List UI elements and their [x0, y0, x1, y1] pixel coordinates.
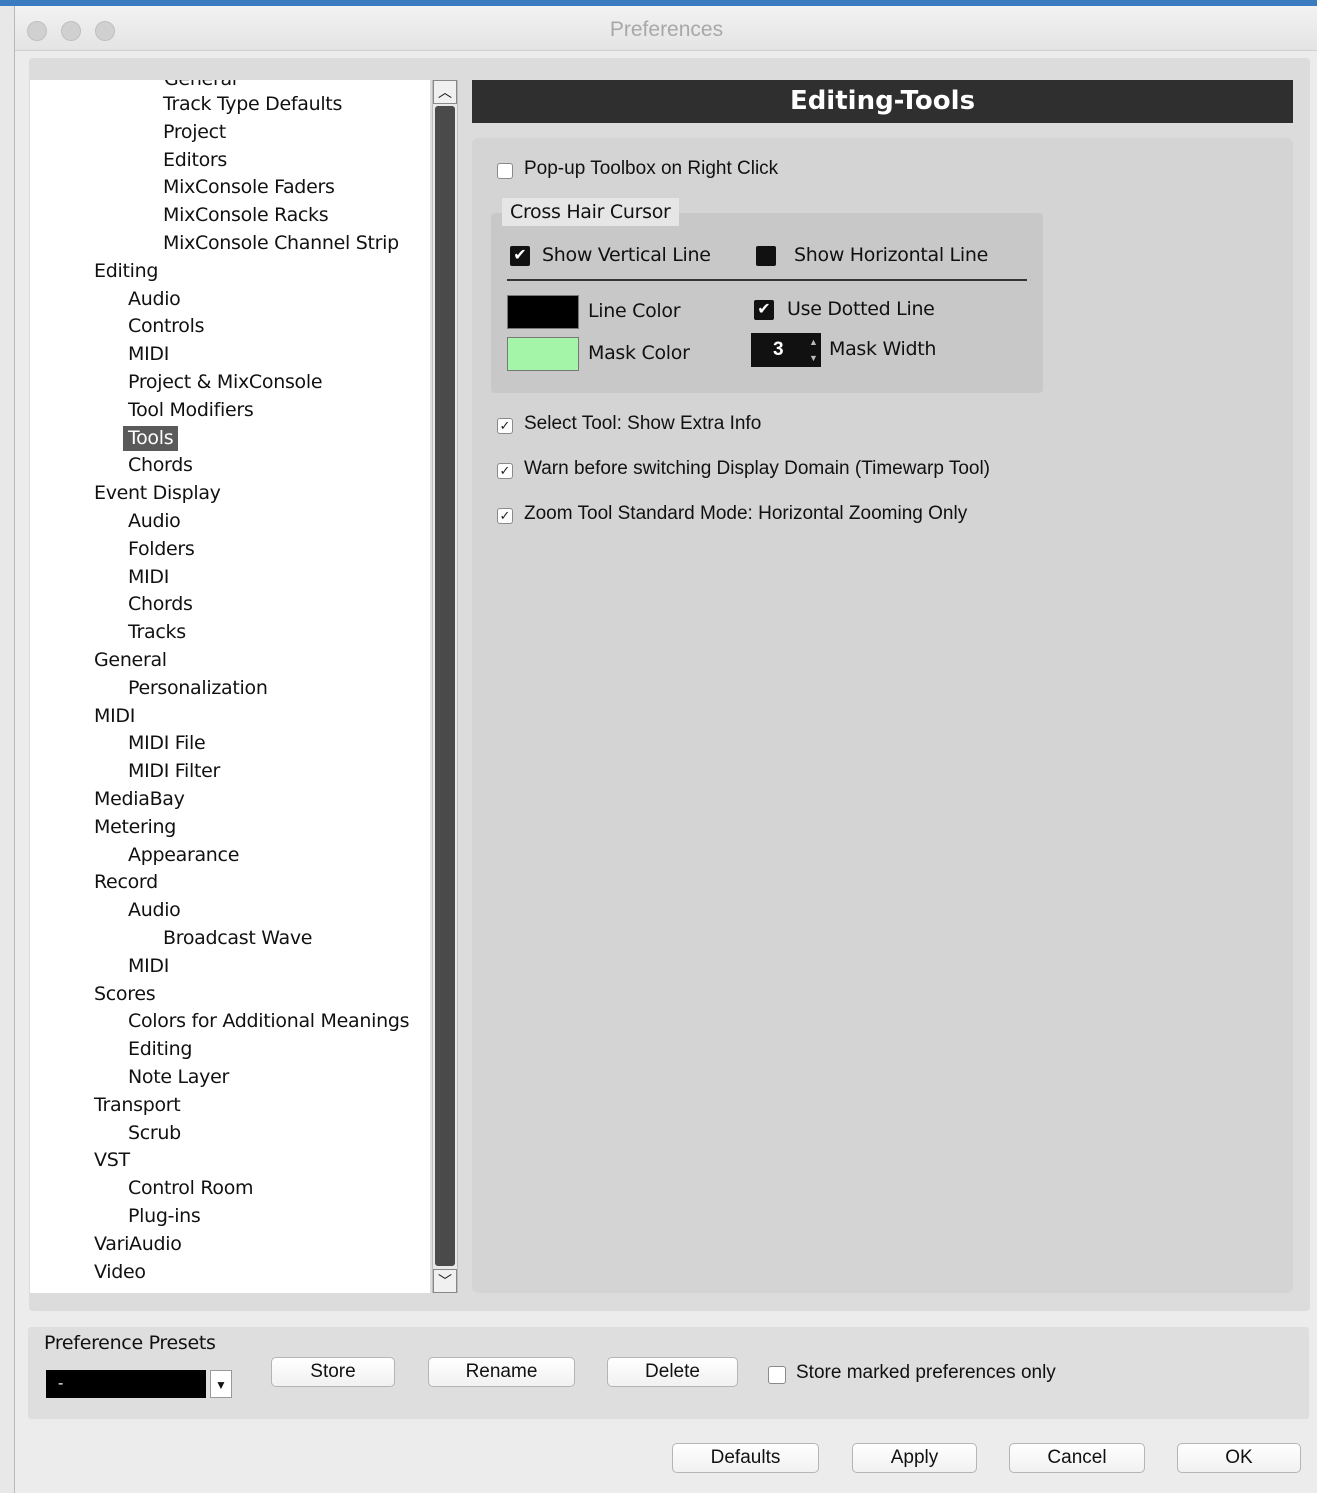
warn-display-domain-label: Warn before switching Display Domain (Ti… [524, 458, 991, 479]
warn-display-domain-checkbox[interactable]: ✓ [497, 463, 513, 479]
store-marked-checkbox[interactable] [768, 1366, 786, 1384]
tree-item-scores[interactable]: Scores [94, 982, 156, 1007]
preferences-tree[interactable]: General Track Type Defaults Project Editor… [30, 80, 430, 1293]
chevron-down-icon[interactable]: ﹀ [433, 1269, 457, 1293]
popup-toolbox-checkbox[interactable] [497, 163, 513, 179]
mask-width-label: Mask Width [829, 338, 937, 360]
tree-item-midi-file[interactable]: MIDI File [128, 731, 206, 756]
tree-item-control-room[interactable]: Control Room [128, 1176, 254, 1201]
page-title: Editing-Tools [472, 80, 1293, 123]
tree-item-project[interactable]: Project [163, 120, 226, 145]
tree-item-transport[interactable]: Transport [94, 1093, 181, 1118]
tree-item-chords[interactable]: Chords [128, 592, 193, 617]
cross-hair-divider [507, 279, 1027, 281]
tree-item-partial[interactable]: General [164, 80, 237, 92]
store-marked-label: Store marked preferences only [796, 1362, 1056, 1383]
tree-item-metering[interactable]: Metering [94, 815, 176, 840]
mask-color-swatch[interactable] [507, 337, 579, 371]
mask-color-label: Mask Color [588, 342, 690, 364]
tree-item-midi-filter[interactable]: MIDI Filter [128, 759, 220, 784]
tree-item-folders[interactable]: Folders [128, 537, 195, 562]
scrollbar-thumb[interactable] [435, 106, 455, 1266]
tree-item-scrub[interactable]: Scrub [128, 1121, 181, 1146]
tree-item-variaudio[interactable]: VariAudio [94, 1232, 182, 1257]
tree-item-audio[interactable]: Audio [128, 898, 181, 923]
use-dotted-checkbox[interactable]: ✔ [754, 300, 774, 320]
zoom-tool-mode-label: Zoom Tool Standard Mode: Horizontal Zoom… [524, 503, 968, 524]
tree-item-midi[interactable]: MIDI [94, 704, 135, 729]
use-dotted-label: Use Dotted Line [787, 298, 935, 320]
mask-width-value: 3 [773, 339, 784, 360]
tree-item-colors-for-additional-meanings[interactable]: Colors for Additional Meanings [128, 1009, 409, 1034]
tree-item-vst[interactable]: VST [94, 1148, 130, 1173]
tree-item-editors[interactable]: Editors [163, 148, 227, 173]
tree-item-tools[interactable]: Tools [123, 425, 179, 451]
tree-item-broadcast-wave[interactable]: Broadcast Wave [163, 926, 312, 951]
title-bar[interactable]: Preferences [15, 6, 1317, 51]
chevron-up-icon[interactable]: ︿ [433, 80, 457, 104]
cross-hair-title: Cross Hair Cursor [502, 198, 679, 226]
cancel-button[interactable]: Cancel [1009, 1443, 1145, 1473]
tree-item-midi[interactable]: MIDI [128, 954, 169, 979]
line-color-label: Line Color [588, 300, 681, 322]
store-button[interactable]: Store [271, 1357, 395, 1387]
preference-presets-title: Preference Presets [44, 1332, 216, 1354]
window-title: Preferences [609, 18, 724, 41]
mask-width-stepper[interactable]: 3 ▲ ▼ [751, 333, 821, 367]
defaults-button[interactable]: Defaults [672, 1443, 819, 1473]
tree-item-general[interactable]: General [94, 648, 167, 673]
tree-item-mediabay[interactable]: MediaBay [94, 787, 185, 812]
show-horizontal-checkbox[interactable] [756, 246, 776, 266]
tree-item-plug-ins[interactable]: Plug-ins [128, 1204, 201, 1229]
tree-item-mixconsole-racks[interactable]: MixConsole Racks [163, 203, 329, 228]
tree-item-midi[interactable]: MIDI [128, 565, 169, 590]
tree-item-audio[interactable]: Audio [128, 287, 181, 312]
tree-item-controls[interactable]: Controls [128, 314, 204, 339]
show-horizontal-label: Show Horizontal Line [794, 244, 988, 266]
tree-item-tracks[interactable]: Tracks [128, 620, 186, 645]
show-vertical-label: Show Vertical Line [542, 244, 711, 266]
preset-select[interactable]: - [46, 1370, 206, 1398]
dropdown-arrow-icon[interactable]: ▼ [210, 1370, 232, 1398]
tree-item-tool-modifiers[interactable]: Tool Modifiers [128, 398, 254, 423]
tree-item-track-type-defaults[interactable]: Track Type Defaults [163, 92, 342, 117]
stepper-up-icon[interactable]: ▲ [809, 337, 818, 347]
delete-button[interactable]: Delete [607, 1357, 738, 1387]
tree-item-appearance[interactable]: Appearance [128, 843, 239, 868]
tree-item-midi[interactable]: MIDI [128, 342, 169, 367]
tree-item-record[interactable]: Record [94, 870, 158, 895]
tree-item-project-mixconsole[interactable]: Project & MixConsole [128, 370, 323, 395]
tree-item-event-display[interactable]: Event Display [94, 481, 221, 506]
tree-item-editing[interactable]: Editing [128, 1037, 192, 1062]
apply-button[interactable]: Apply [852, 1443, 977, 1473]
popup-toolbox-label: Pop-up Toolbox on Right Click [524, 158, 779, 179]
line-color-swatch[interactable] [507, 295, 579, 329]
tree-item-mixconsole-channel-strip[interactable]: MixConsole Channel Strip [163, 231, 399, 256]
tree-item-chords[interactable]: Chords [128, 453, 193, 478]
tree-item-video[interactable]: Video [94, 1260, 146, 1285]
tree-scrollbar[interactable]: ︿ ﹀ [432, 80, 458, 1293]
tree-item-mixconsole-faders[interactable]: MixConsole Faders [163, 175, 335, 200]
tree-item-note-layer[interactable]: Note Layer [128, 1065, 229, 1090]
tree-item-editing[interactable]: Editing [94, 259, 158, 284]
select-tool-extra-info-label: Select Tool: Show Extra Info [524, 413, 762, 434]
ok-button[interactable]: OK [1177, 1443, 1301, 1473]
show-vertical-checkbox[interactable]: ✔ [510, 246, 530, 266]
zoom-tool-mode-checkbox[interactable]: ✓ [497, 508, 513, 524]
tree-item-personalization[interactable]: Personalization [128, 676, 268, 701]
tree-item-audio[interactable]: Audio [128, 509, 181, 534]
stepper-down-icon[interactable]: ▼ [809, 353, 818, 363]
select-tool-extra-info-checkbox[interactable]: ✓ [497, 418, 513, 434]
rename-button[interactable]: Rename [428, 1357, 575, 1387]
